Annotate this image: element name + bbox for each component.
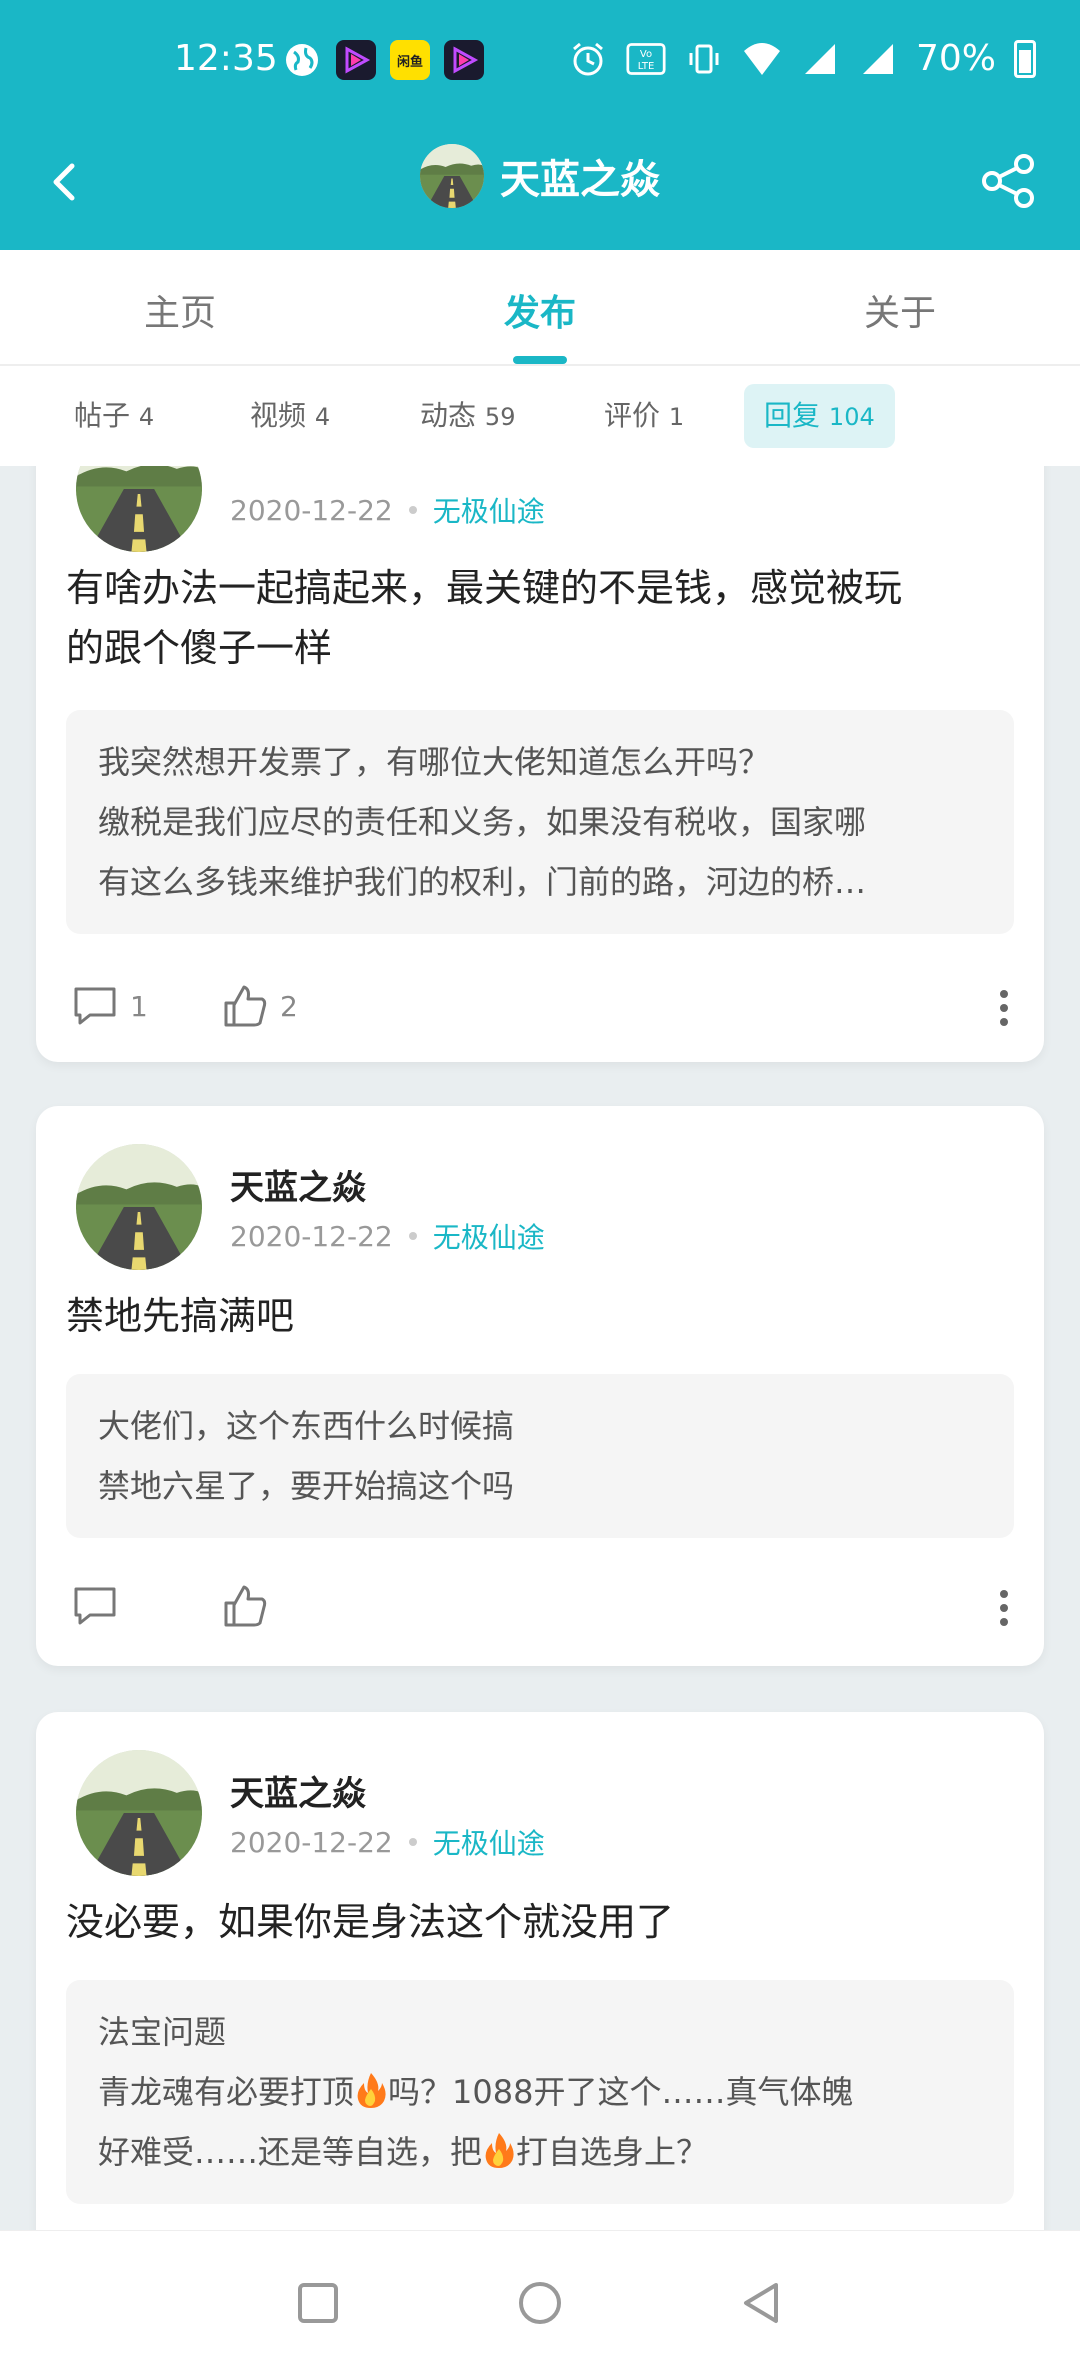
video-app-icon xyxy=(336,40,376,80)
volte-icon: Vo LTE xyxy=(626,39,666,79)
alarm-icon xyxy=(568,39,608,79)
post-actions: 1 2 xyxy=(72,978,1014,1034)
quoted-post[interactable]: 大佬们，这个东西什么时候搞 禁地六星了，要开始搞这个吗 xyxy=(66,1374,1014,1538)
post-meta: 2020-12-22 无极仙途 xyxy=(230,1216,545,1256)
reply-content: 禁地先搞满吧 xyxy=(66,1286,1014,1346)
reply-card[interactable]: 天蓝之焱 2020-12-22 无极仙途 禁地先搞满吧 大佬们，这个东西什么时候… xyxy=(36,1106,1044,1666)
reply-card[interactable]: 天蓝之焱 2020-12-22 无极仙途 没必要，如果你是身法这个就没用了 法宝… xyxy=(36,1712,1044,2230)
avatar[interactable] xyxy=(420,144,484,208)
separator-dot xyxy=(408,506,417,514)
main-tabs: 主页 发布 关于 xyxy=(0,250,1080,366)
content-line: 的跟个傻子一样 xyxy=(66,626,333,670)
tab-publish[interactable]: 发布 xyxy=(360,284,720,336)
comment-button[interactable] xyxy=(72,1578,130,1634)
avatar[interactable] xyxy=(76,466,202,552)
reply-content: 没必要，如果你是身法这个就没用了 xyxy=(66,1892,1014,1952)
quote-line: 好难受……还是等自选，把 打自选身上？ xyxy=(98,2133,709,2171)
post-actions xyxy=(72,1578,1014,1634)
quote-line: 禁地六星了，要开始搞这个吗 xyxy=(98,1467,515,1505)
separator-dot xyxy=(408,1232,417,1240)
more-options-icon[interactable] xyxy=(998,988,1010,1028)
post-meta: 2020-12-22 无极仙途 xyxy=(230,490,545,530)
quote-title: 法宝问题 xyxy=(98,2013,227,2051)
content-line: 没必要，如果你是身法这个就没用了 xyxy=(66,1900,675,1944)
globe-icon xyxy=(282,40,322,80)
back-triangle-icon[interactable] xyxy=(732,2273,792,2333)
quote-line: 大佬们，这个东西什么时候搞 xyxy=(98,1407,515,1445)
comment-button[interactable]: 1 xyxy=(72,978,148,1034)
video-app-icon xyxy=(444,40,484,80)
xianyu-app-icon: 闲鱼 xyxy=(390,40,430,80)
app-header: 12:35 闲鱼 Vo LTE 70% 天蓝之焱 xyxy=(0,0,1080,250)
author-name[interactable]: 天蓝之焱 xyxy=(230,1766,366,1815)
quote-line: 缴税是我们应尽的责任和义务，如果没有税收，国家哪 xyxy=(98,803,867,841)
game-link[interactable]: 无极仙途 xyxy=(433,1822,545,1862)
subtab-reviews[interactable]: 评价 1 xyxy=(584,384,704,448)
signal-icon xyxy=(800,39,840,79)
battery-icon xyxy=(1014,39,1036,78)
content-line: 禁地先搞满吧 xyxy=(66,1294,295,1338)
like-button[interactable] xyxy=(222,1578,280,1634)
home-circle-icon[interactable] xyxy=(510,2273,570,2333)
fire-icon xyxy=(485,2133,514,2168)
content-line: 有啥办法一起搞起来，最关键的不是钱，感觉被玩 xyxy=(66,566,903,610)
fire-icon xyxy=(357,2073,386,2108)
reply-feed[interactable]: 2020-12-22 无极仙途 有啥办法一起搞起来，最关键的不是钱，感觉被玩 的… xyxy=(0,466,1080,2230)
post-date: 2020-12-22 xyxy=(230,1825,393,1859)
quote-line: 我突然想开发票了，有哪位大佬知道怎么开吗？ xyxy=(98,743,771,781)
quote-line: 有这么多钱来维护我们的权利，门前的路，河边的桥… xyxy=(98,863,867,901)
sub-tabs: 帖子 4 视频 4 动态 59 评价 1 回复 104 xyxy=(0,366,1080,466)
profile-header: 天蓝之焱 xyxy=(0,122,1080,250)
subtab-posts[interactable]: 帖子 4 xyxy=(54,384,174,448)
quote-line: 青龙魂有必要打顶 吗？1088开了这个……真气体魄 xyxy=(98,2073,854,2111)
status-time: 12:35 xyxy=(174,38,278,79)
avatar[interactable] xyxy=(76,1750,202,1876)
active-tab-indicator xyxy=(513,356,567,364)
subtab-videos[interactable]: 视频 4 xyxy=(230,384,350,448)
tab-about[interactable]: 关于 xyxy=(720,284,1080,336)
page-title: 天蓝之焱 xyxy=(500,157,660,203)
author-name[interactable]: 天蓝之焱 xyxy=(230,1160,366,1209)
recent-apps-icon[interactable] xyxy=(288,2273,348,2333)
thumbs-up-icon xyxy=(224,985,267,1027)
post-date: 2020-12-22 xyxy=(230,1219,393,1253)
subtab-replies[interactable]: 回复 104 xyxy=(744,384,895,448)
more-options-icon[interactable] xyxy=(998,1588,1010,1628)
status-right-icons: Vo LTE 70% xyxy=(568,38,1036,79)
comment-icon xyxy=(74,1587,116,1625)
svg-text:Vo: Vo xyxy=(640,49,652,60)
like-count: 2 xyxy=(280,989,298,1023)
game-link[interactable]: 无极仙途 xyxy=(433,490,545,530)
share-icon[interactable] xyxy=(978,150,1040,212)
comment-count: 1 xyxy=(130,989,148,1023)
post-date: 2020-12-22 xyxy=(230,493,393,527)
avatar[interactable] xyxy=(76,1144,202,1270)
thumbs-up-icon xyxy=(224,1585,267,1627)
game-link[interactable]: 无极仙途 xyxy=(433,1216,545,1256)
vibrate-icon xyxy=(684,39,724,79)
wifi-icon xyxy=(742,39,782,79)
quoted-post[interactable]: 法宝问题 青龙魂有必要打顶 吗？1088开了这个……真气体魄 好难受……还是等自选… xyxy=(66,1980,1014,2204)
quoted-post[interactable]: 我突然想开发票了，有哪位大佬知道怎么开吗？ 缴税是我们应尽的责任和义务，如果没有… xyxy=(66,710,1014,934)
status-bar: 12:35 闲鱼 Vo LTE 70% xyxy=(0,0,1080,122)
signal-icon xyxy=(858,39,898,79)
system-navigation-bar xyxy=(0,2230,1080,2376)
reply-card[interactable]: 2020-12-22 无极仙途 有啥办法一起搞起来，最关键的不是钱，感觉被玩 的… xyxy=(36,466,1044,1062)
subtab-activity[interactable]: 动态 59 xyxy=(400,384,535,448)
status-app-icons: 闲鱼 xyxy=(282,40,484,80)
like-button[interactable]: 2 xyxy=(222,978,298,1034)
separator-dot xyxy=(408,1838,417,1846)
comment-icon xyxy=(74,987,116,1025)
svg-text:LTE: LTE xyxy=(638,61,655,72)
battery-percent: 70% xyxy=(915,38,996,79)
reply-content: 有啥办法一起搞起来，最关键的不是钱，感觉被玩 的跟个傻子一样 xyxy=(66,558,1014,678)
post-meta: 2020-12-22 无极仙途 xyxy=(230,1822,545,1862)
tab-home[interactable]: 主页 xyxy=(0,284,360,336)
